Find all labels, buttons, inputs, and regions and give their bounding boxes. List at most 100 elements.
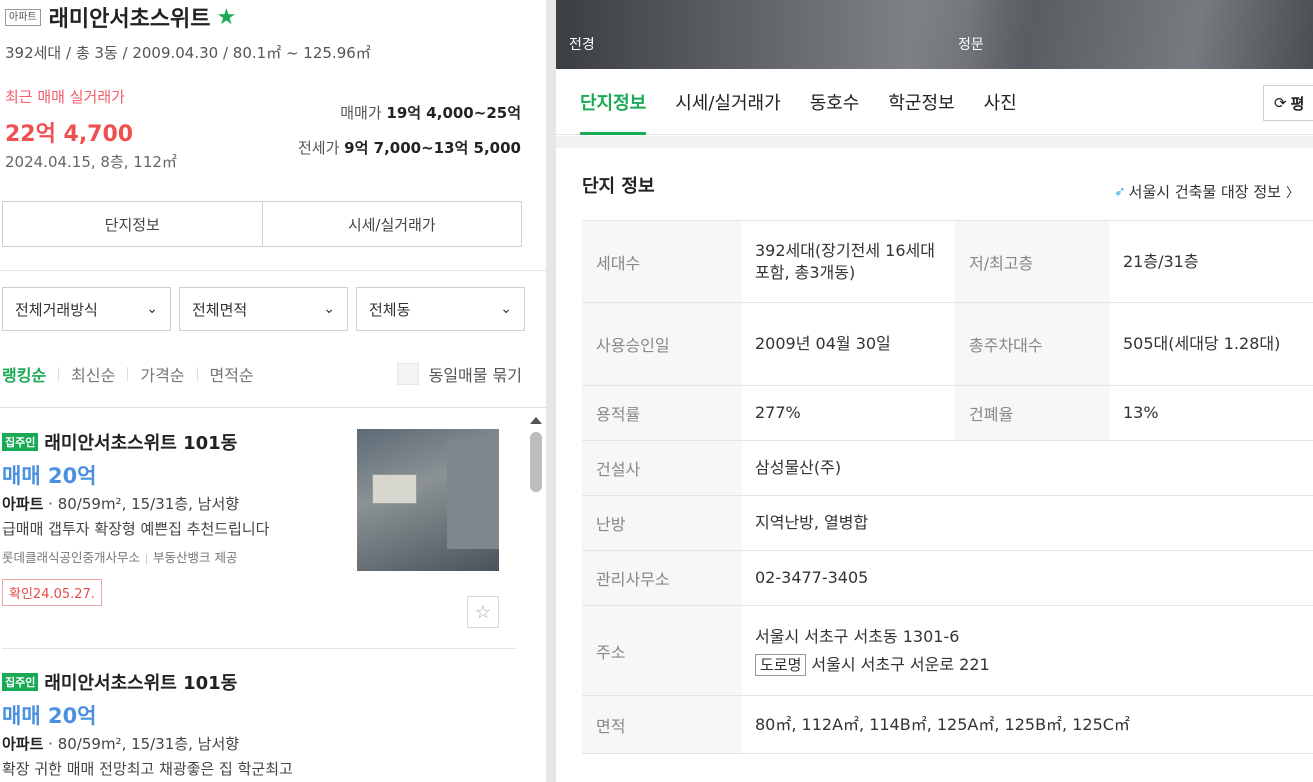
- bcr-label: 건폐율: [955, 386, 1110, 440]
- recent-date: 2024.04.15, 8층, 112㎡: [5, 153, 177, 171]
- area-label: 면적: [582, 696, 742, 753]
- area-value: 80㎡, 112A㎡, 114B㎡, 125A㎡, 125B㎡, 125C㎡: [755, 714, 1130, 734]
- table-row: 주소 서울시 서초구 서초동 1301-6 도로명 서울시 서초구 서운로 221: [582, 606, 1313, 696]
- scrollbar[interactable]: [528, 412, 544, 782]
- detail-panel: 전경 정문 단지정보 시세/실거래가 동호수 학군정보 사진 ⟳ 평 단지 정보 …: [556, 0, 1313, 782]
- area-select[interactable]: 전체면적 ⌄: [179, 287, 348, 331]
- floors-value: 21층/31층: [1123, 251, 1199, 271]
- jeonse-label: 전세가: [297, 139, 340, 157]
- sale-label: 매매가: [340, 104, 382, 122]
- tab-unit-numbers[interactable]: 동호수: [810, 69, 860, 135]
- building-register-link[interactable]: ➶ 서울시 건축물 대장 정보 〉: [1114, 181, 1299, 202]
- refresh-icon: ⟳: [1274, 94, 1287, 112]
- tab-complex-info[interactable]: 단지정보: [3, 202, 262, 246]
- table-row: 사용승인일 2009년 04월 30일 총주차대수 505대(세대당 1.28대…: [582, 303, 1313, 386]
- table-row: 관리사무소 02-3477-3405: [582, 551, 1313, 606]
- road-tag: 도로명: [755, 653, 807, 676]
- builder-value: 삼성물산(주): [755, 458, 842, 477]
- broker-name: 롯데클래식공인중개사무소: [2, 550, 141, 565]
- approval-value: 2009년 04월 30일: [755, 334, 891, 353]
- listing-spec-detail: · 80/59m², 15/31층, 남서향: [43, 735, 240, 753]
- favorite-star-icon[interactable]: ★: [217, 5, 237, 30]
- info-section-title: 단지 정보: [582, 176, 655, 197]
- sort-area[interactable]: 면적순: [210, 362, 254, 386]
- far-value: 277%: [755, 403, 801, 422]
- detail-tabs: 단지정보 시세/실거래가 동호수 학군정보 사진 ⟳ 평: [556, 69, 1313, 135]
- heating-label: 난방: [582, 496, 742, 550]
- divider: [556, 136, 1313, 148]
- households-value: 392세대(장기전세 16세대 포함, 총3개동): [755, 240, 935, 282]
- table-row: 용적률 277% 건폐율 13%: [582, 386, 1313, 441]
- favorite-star-icon[interactable]: ☆: [467, 596, 499, 628]
- scroll-up-icon[interactable]: [530, 417, 542, 424]
- trade-type-select[interactable]: 전체거래방식 ⌄: [2, 287, 171, 331]
- bcr-value: 13%: [1123, 403, 1159, 422]
- far-label: 용적률: [582, 386, 742, 440]
- listing-type: 아파트: [2, 735, 44, 753]
- confirm-date-badge: 확인24.05.27.: [2, 579, 102, 606]
- tab-school-info[interactable]: 학군정보: [888, 69, 954, 135]
- pin-icon: ➶: [1113, 183, 1126, 200]
- sort-price[interactable]: 가격순: [140, 362, 184, 386]
- listing-name: 래미안서초스위트 101동: [44, 673, 238, 694]
- pyeong-toggle-button[interactable]: ⟳ 평: [1263, 85, 1313, 121]
- sale-value: 19억 4,000~25억: [386, 104, 521, 122]
- table-row: 건설사 삼성물산(주): [582, 441, 1313, 496]
- sale-price-range: 매매가 19억 4,000~25억: [340, 102, 521, 123]
- parking-label: 총주차대수: [955, 303, 1110, 385]
- bundle-label: 동일매물 묶기: [428, 366, 522, 385]
- complex-title-row: 아파트 래미안서초스위트 ★: [5, 2, 236, 32]
- jeonse-value: 9억 7,000~13억 5,000: [344, 139, 521, 157]
- divider: [196, 367, 198, 381]
- listing-price: 매매 20억: [2, 704, 97, 728]
- office-label: 관리사무소: [582, 551, 742, 605]
- complex-summary: 392세대 / 총 3동 / 2009.04.30 / 80.1㎡ ~ 125.…: [5, 44, 371, 62]
- tab-price-history[interactable]: 시세/실거래가: [261, 202, 522, 246]
- sort-ranking[interactable]: 랭킹순: [2, 362, 46, 386]
- data-provider: 부동산뱅크 제공: [153, 550, 238, 565]
- bundle-toggle[interactable]: 동일매물 묶기: [396, 362, 522, 386]
- tab-price-history[interactable]: 시세/실거래가: [675, 69, 780, 135]
- divider: [0, 270, 546, 271]
- trade-type-label: 전체거래방식: [15, 300, 98, 319]
- building-register-label: 서울시 건축물 대장 정보: [1128, 183, 1281, 201]
- complex-name: 래미안서초스위트: [48, 7, 211, 32]
- scroll-thumb[interactable]: [530, 432, 542, 492]
- listing-description: 확장 귀한 매매 전망최고 채광좋은 집 학군최고: [2, 760, 293, 778]
- divider: [127, 367, 129, 381]
- listing-header: 집주인 래미안서초스위트 101동: [2, 668, 527, 696]
- listing-spec-detail: · 80/59m², 15/31층, 남서향: [43, 495, 240, 513]
- table-row: 면적 80㎡, 112A㎡, 114B㎡, 125A㎡, 125B㎡, 125C…: [582, 696, 1313, 754]
- filter-row: 전체거래방식 ⌄ 전체면적 ⌄ 전체동 ⌄: [2, 287, 525, 331]
- recent-price: 22억 4,700: [5, 122, 134, 147]
- sort-row: 랭킹순 최신순 가격순 면적순 동일매물 묶기: [2, 362, 522, 386]
- photo-label-overview: 전경: [569, 37, 595, 53]
- chevron-down-icon: ⌄: [323, 301, 335, 317]
- panel-divider: [546, 0, 556, 782]
- address-label: 주소: [582, 606, 742, 695]
- photo-label-gate: 정문: [958, 37, 984, 53]
- chevron-right-icon: 〉: [1285, 186, 1299, 201]
- office-value: 02-3477-3405: [755, 568, 869, 587]
- floors-label: 저/최고층: [955, 221, 1110, 302]
- thumbnail-shape: [372, 474, 417, 504]
- sort-latest[interactable]: 최신순: [71, 362, 115, 386]
- listing-spec: 아파트 · 80/59m², 15/31층, 남서향: [2, 733, 527, 754]
- recent-price-label: 최근 매매 실거래가: [5, 88, 125, 106]
- tab-photos[interactable]: 사진: [984, 69, 1017, 135]
- listing-panel: 아파트 래미안서초스위트 ★ 392세대 / 총 3동 / 2009.04.30…: [0, 0, 546, 782]
- owner-badge: 집주인: [2, 673, 39, 691]
- builder-label: 건설사: [582, 441, 742, 495]
- building-label: 전체동: [369, 300, 411, 319]
- table-row: 난방 지역난방, 열병합: [582, 496, 1313, 551]
- listing-thumbnail[interactable]: [357, 429, 499, 571]
- building-select[interactable]: 전체동 ⌄: [356, 287, 525, 331]
- tab-complex-info[interactable]: 단지정보: [580, 69, 647, 135]
- owner-badge: 집주인: [2, 433, 39, 451]
- address-value: 서울시 서초구 서초동 1301-6 도로명 서울시 서초구 서운로 221: [742, 606, 1313, 695]
- type-badge: 아파트: [5, 8, 41, 26]
- photo-strip[interactable]: 전경 정문: [556, 0, 1313, 69]
- bundle-checkbox[interactable]: [396, 363, 419, 385]
- list-item[interactable]: 집주인 래미안서초스위트 101동 매매 20억 아파트 · 80/59m², …: [2, 668, 527, 779]
- heating-value: 지역난방, 열병합: [755, 513, 869, 532]
